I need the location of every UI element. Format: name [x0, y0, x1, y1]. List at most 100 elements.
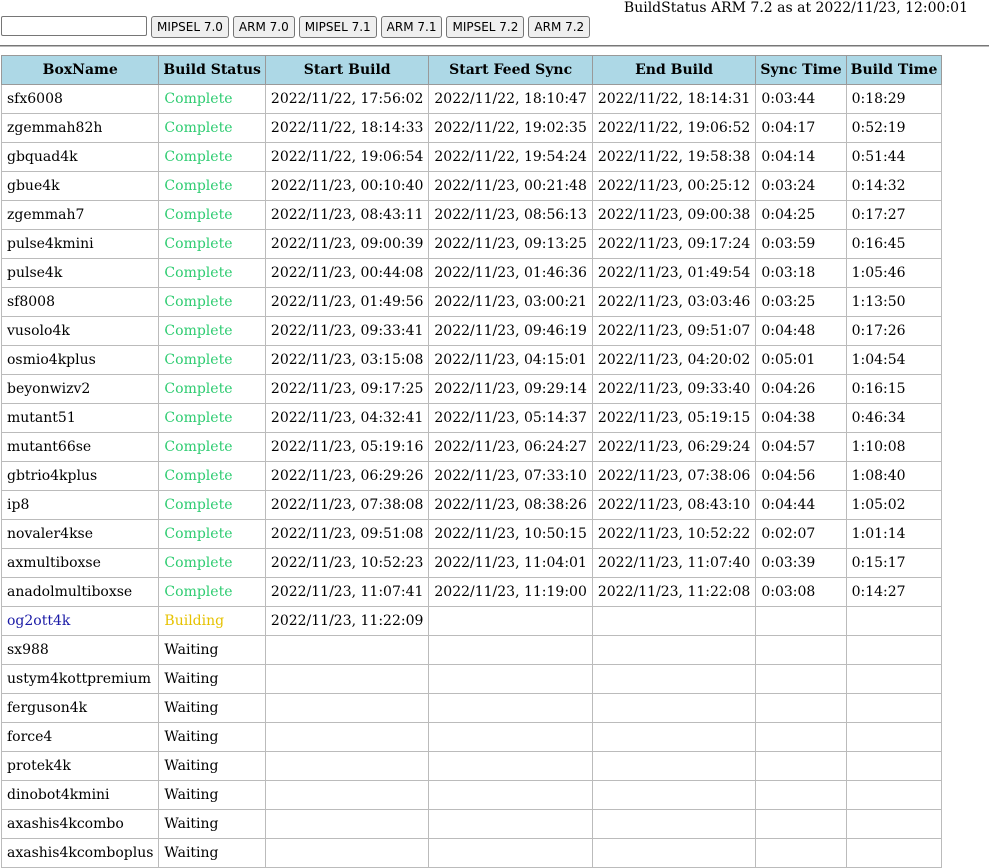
cell-start-feed-sync: 2022/11/22, 18:10:47 — [428, 84, 593, 114]
cell-sync-time: 0:03:59 — [755, 229, 847, 259]
cell-sync-time — [755, 722, 847, 752]
cell-start-feed-sync — [428, 838, 593, 868]
cell-start-feed-sync: 2022/11/23, 05:14:37 — [428, 403, 593, 433]
cell-end-build: 2022/11/22, 19:58:38 — [591, 142, 757, 172]
table-row: mutant51 Complete 2022/11/23, 04:32:41 2022… — [0, 403, 943, 433]
cell-boxname: axashis4kcombo — [0, 809, 160, 839]
cell-start-feed-sync: 2022/11/23, 06:24:27 — [428, 432, 593, 462]
cell-boxname: gbtrio4kplus — [0, 461, 160, 491]
cell-start-feed-sync: 2022/11/23, 09:13:25 — [428, 229, 593, 259]
cell-build-status: Complete — [158, 432, 266, 462]
cell-start-build: 2022/11/23, 08:43:11 — [264, 200, 430, 230]
cell-end-build — [591, 635, 757, 665]
cell-boxname: pulse4k — [0, 258, 160, 288]
table-body: sfx6008 Complete 2022/11/22, 17:56:02 2022/… — [0, 84, 943, 868]
cell-build-time: 1:05:46 — [845, 258, 943, 288]
cell-start-build — [264, 809, 430, 839]
arm-7-2-button[interactable]: ARM 7.2 — [528, 16, 591, 38]
cell-start-feed-sync — [428, 751, 593, 781]
top-bar: MIPSEL 7.0 ARM 7.0 MIPSEL 7.1 ARM 7.1 MI… — [0, 0, 989, 46]
cell-sync-time — [755, 693, 847, 723]
cell-start-build: 2022/11/23, 03:15:08 — [264, 345, 430, 375]
table-row: beyonwizv2 Complete 2022/11/23, 09:17:25 20… — [0, 374, 943, 404]
cell-build-status: Waiting — [158, 751, 266, 781]
cell-build-time — [845, 693, 943, 723]
cell-start-build: 2022/11/23, 04:32:41 — [264, 403, 430, 433]
cell-build-status: Waiting — [158, 664, 266, 694]
cell-start-build: 2022/11/22, 17:56:02 — [264, 84, 430, 114]
mipsel-7-1-button[interactable]: MIPSEL 7.1 — [298, 16, 377, 38]
cell-sync-time: 0:03:39 — [755, 548, 847, 578]
version-buttons: MIPSEL 7.0 ARM 7.0 MIPSEL 7.1 ARM 7.1 MI… — [151, 16, 591, 38]
cell-start-build: 2022/11/23, 01:49:56 — [264, 287, 430, 317]
cell-start-build — [264, 751, 430, 781]
cell-build-time: 0:18:29 — [845, 84, 943, 114]
cell-sync-time: 0:05:01 — [755, 345, 847, 375]
cell-start-build: 2022/11/22, 19:06:54 — [264, 142, 430, 172]
cell-start-feed-sync — [428, 664, 593, 694]
column-header-start-feed-sync: Start Feed Sync — [428, 55, 593, 85]
cell-build-status: Complete — [158, 548, 266, 578]
cell-end-build: 2022/11/23, 08:43:10 — [591, 490, 757, 520]
cell-start-feed-sync: 2022/11/23, 11:19:00 — [428, 577, 593, 607]
cell-boxname: pulse4kmini — [0, 229, 160, 259]
cell-build-time: 0:17:27 — [845, 200, 943, 230]
cell-boxname: gbue4k — [0, 171, 160, 201]
cell-start-build: 2022/11/23, 10:52:23 — [264, 548, 430, 578]
cell-build-time — [845, 838, 943, 868]
cell-sync-time: 0:04:17 — [755, 113, 847, 143]
cell-build-time: 0:15:17 — [845, 548, 943, 578]
cell-boxname: osmio4kplus — [0, 345, 160, 375]
cell-boxname: axmultiboxse — [0, 548, 160, 578]
search-input[interactable] — [1, 16, 147, 36]
table-row: gbquad4k Complete 2022/11/22, 19:06:54 2022… — [0, 142, 943, 172]
cell-end-build: 2022/11/23, 04:20:02 — [591, 345, 757, 375]
table-row: sfx6008 Complete 2022/11/22, 17:56:02 2022/… — [0, 84, 943, 114]
mipsel-7-2-button[interactable]: MIPSEL 7.2 — [446, 16, 525, 38]
table-row: axashis4kcombo Waiting — [0, 809, 943, 839]
divider — [0, 45, 989, 47]
cell-sync-time: 0:03:25 — [755, 287, 847, 317]
cell-boxname: mutant51 — [0, 403, 160, 433]
cell-start-feed-sync: 2022/11/23, 11:04:01 — [428, 548, 593, 578]
cell-start-build: 2022/11/23, 09:51:08 — [264, 519, 430, 549]
cell-build-status: Complete — [158, 374, 266, 404]
cell-boxname: novaler4kse — [0, 519, 160, 549]
arm-7-0-button[interactable]: ARM 7.0 — [232, 16, 295, 38]
cell-sync-time — [755, 809, 847, 839]
cell-build-status: Complete — [158, 519, 266, 549]
cell-build-time — [845, 780, 943, 810]
cell-build-time: 0:46:34 — [845, 403, 943, 433]
cell-start-feed-sync: 2022/11/23, 04:15:01 — [428, 345, 593, 375]
cell-end-build — [591, 693, 757, 723]
cell-sync-time: 0:03:18 — [755, 258, 847, 288]
cell-boxname: dinobot4kmini — [0, 780, 160, 810]
cell-start-build — [264, 693, 430, 723]
cell-build-status: Complete — [158, 258, 266, 288]
table-row: ip8 Complete 2022/11/23, 07:38:08 2022/11/2… — [0, 490, 943, 520]
cell-start-build — [264, 664, 430, 694]
cell-end-build: 2022/11/23, 05:19:15 — [591, 403, 757, 433]
page-title: BuildStatus ARM 7.2 as at 2022/11/23, 12… — [623, 0, 968, 16]
cell-build-status: Complete — [158, 490, 266, 520]
cell-build-status: Complete — [158, 171, 266, 201]
cell-sync-time — [755, 751, 847, 781]
cell-end-build: 2022/11/23, 09:17:24 — [591, 229, 757, 259]
cell-build-time: 1:05:02 — [845, 490, 943, 520]
cell-start-build — [264, 635, 430, 665]
cell-boxname: ferguson4k — [0, 693, 160, 723]
cell-start-feed-sync: 2022/11/23, 00:21:48 — [428, 171, 593, 201]
cell-boxname: mutant66se — [0, 432, 160, 462]
cell-boxname: anadolmultiboxse — [0, 577, 160, 607]
cell-boxname: zgemmah7 — [0, 200, 160, 230]
cell-sync-time: 0:04:25 — [755, 200, 847, 230]
mipsel-7-0-button[interactable]: MIPSEL 7.0 — [151, 16, 229, 38]
cell-end-build: 2022/11/23, 09:51:07 — [591, 316, 757, 346]
table-row: axashis4kcomboplus Waiting — [0, 838, 943, 868]
cell-sync-time: 0:03:44 — [755, 84, 847, 114]
table-row: protek4k Waiting — [0, 751, 943, 781]
cell-end-build — [591, 838, 757, 868]
cell-end-build — [591, 722, 757, 752]
arm-7-1-button[interactable]: ARM 7.1 — [380, 16, 443, 38]
table-row: og2ott4k Building 2022/11/23, 11:22:09 — [0, 606, 943, 636]
